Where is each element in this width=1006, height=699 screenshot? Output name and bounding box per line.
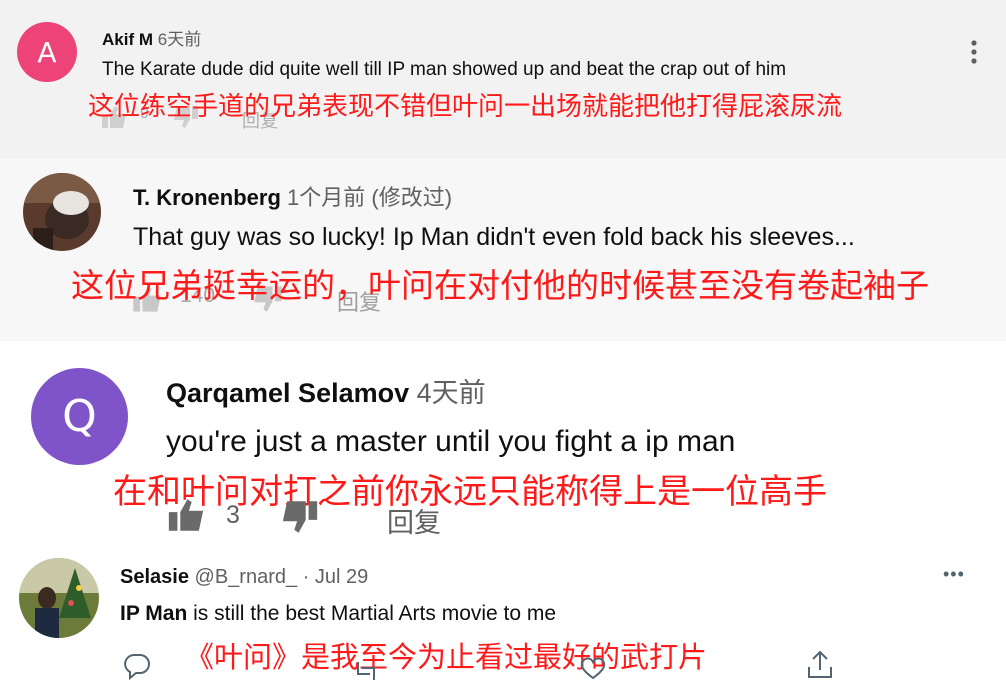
comment-time[interactable]: 1个月前 [287, 185, 365, 210]
comment-author-line: T. Kronenberg 1个月前 (修改过) [133, 180, 452, 212]
comment-author[interactable]: Akif M [102, 30, 153, 49]
comment-author[interactable]: T. Kronenberg [133, 185, 281, 210]
comment-text: That guy was so lucky! Ip Man didn't eve… [133, 223, 855, 251]
comment-translation: 这位练空手道的兄弟表现不错但叶问一出场就能把他打得屁滚尿流 [88, 92, 843, 122]
tweet-author[interactable]: Selasie [120, 566, 189, 588]
comment-time[interactable]: 4天前 [417, 378, 486, 408]
tweet-date[interactable]: Jul 29 [315, 566, 368, 588]
like-icon[interactable] [166, 499, 206, 531]
tweet-translation: 《叶问》是我至今为止看过最好的武打片 [185, 640, 708, 674]
comment-item: A Akif M 6天前 The Karate dude did quite w… [0, 0, 1006, 158]
avatar[interactable] [19, 558, 99, 638]
dislike-icon[interactable] [280, 501, 320, 533]
tweet-text-rest: is still the best Martial Arts movie to … [187, 602, 557, 625]
tweet-text: IP Man is still the best Martial Arts mo… [120, 602, 556, 626]
like-icon[interactable] [578, 656, 608, 680]
avatar[interactable] [23, 173, 101, 251]
tweet-author-line: Selasie @B_rnard_ · Jul 29 [120, 566, 368, 589]
tweet-menu-icon[interactable]: ••• [943, 564, 965, 585]
tweet-text-bold: IP Man [120, 602, 188, 625]
share-icon[interactable] [806, 650, 834, 680]
tweet-item: Selasie @B_rnard_ · Jul 29 IP Man is sti… [0, 546, 1006, 699]
reply-button[interactable]: 回复 [387, 501, 441, 540]
comment-author-line: Qarqamel Selamov 4天前 [166, 371, 486, 410]
retweet-icon[interactable] [352, 660, 382, 682]
comment-item: T. Kronenberg 1个月前 (修改过) That guy was so… [0, 158, 1006, 341]
separator-dot: · [302, 566, 310, 588]
edited-label: (修改过) [371, 185, 453, 210]
comment-time[interactable]: 6天前 [158, 30, 201, 49]
avatar[interactable]: Q [31, 368, 128, 465]
comment-author[interactable]: Qarqamel Selamov [166, 378, 409, 408]
like-count: 3 [226, 501, 240, 529]
avatar[interactable]: A [17, 22, 77, 82]
comment-translation: 这位兄弟挺幸运的，叶问在对付他的时候甚至没有卷起袖子 [71, 266, 929, 305]
comment-item: Q Qarqamel Selamov 4天前 you're just a mas… [0, 341, 1006, 546]
tweet-handle[interactable]: @B_rnard_ [195, 566, 298, 588]
comment-text: you're just a master until you fight a i… [166, 425, 736, 458]
more-vert-icon[interactable] [968, 38, 980, 68]
comment-author-line: Akif M 6天前 [102, 25, 201, 50]
comment-translation: 在和叶问对打之前你永远只能称得上是一位高手 [113, 472, 827, 512]
comment-text: The Karate dude did quite well till IP m… [102, 59, 787, 80]
reply-icon[interactable] [122, 652, 152, 680]
